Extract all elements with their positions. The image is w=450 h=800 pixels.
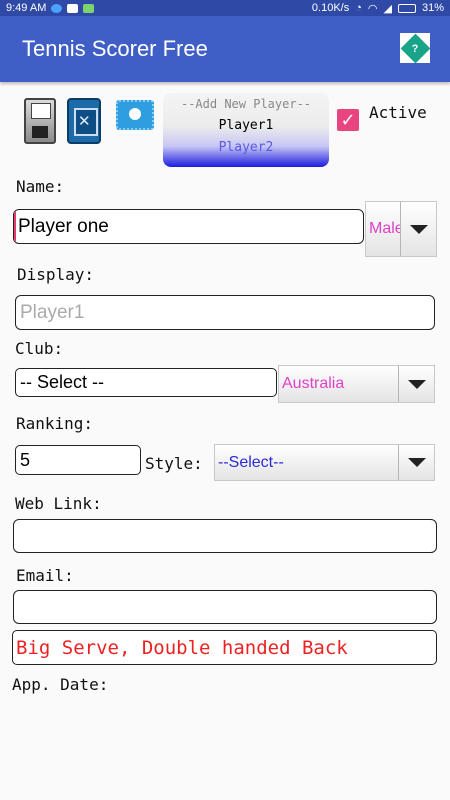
ranking-value: 5 [20, 449, 31, 470]
notes-input[interactable]: Big Serve, Double handed Back [12, 630, 437, 665]
help-label: ? [411, 41, 419, 54]
chevron-down-icon [400, 202, 436, 256]
club-value: -- Select -- [20, 372, 105, 392]
battery-icon [397, 3, 416, 13]
signal-icon: ◢ [383, 2, 392, 15]
style-label: Style: [145, 454, 203, 473]
clear-icon[interactable] [67, 98, 101, 144]
picker-item-add-new[interactable]: --Add New Player-- [163, 93, 329, 115]
display-input[interactable]: Player1 [15, 295, 435, 330]
ranking-input[interactable]: 5 [15, 445, 141, 475]
email-input[interactable] [13, 590, 437, 624]
gmail-icon [67, 3, 79, 13]
name-label: Name: [16, 177, 65, 196]
club-input[interactable]: -- Select -- [15, 368, 277, 397]
store-icon [83, 3, 95, 13]
alarm-icon: ◔ [355, 2, 362, 14]
text-cursor [14, 212, 16, 241]
club-label: Club: [15, 339, 64, 358]
chevron-down-icon [398, 445, 434, 480]
status-time: 9:49 AM [6, 2, 47, 14]
player-picker[interactable]: --Add New Player-- Player1 Player2 [163, 93, 329, 167]
chevron-down-icon [398, 366, 434, 402]
notes-value: Big Serve, Double handed Back [16, 636, 348, 659]
battery-percent: 31% [421, 2, 444, 14]
gender-value: Male [369, 220, 400, 237]
save-icon[interactable] [24, 98, 56, 144]
active-checkbox[interactable]: ✓ [337, 109, 359, 131]
style-spinner[interactable]: --Select-- [214, 444, 435, 481]
style-value: --Select-- [218, 453, 284, 471]
name-input[interactable]: Player one [13, 209, 364, 244]
gender-spinner[interactable]: Male [365, 201, 437, 257]
status-bar: 9:49 AM 0.10K/s ◔ ◠ ◢ 31% [0, 0, 450, 16]
app-date-label: App. Date: [12, 675, 109, 694]
name-value: Player one [18, 215, 109, 237]
weblink-input[interactable] [13, 519, 437, 553]
help-icon[interactable]: ? [400, 33, 430, 63]
ranking-label: Ranking: [16, 414, 94, 433]
weblink-label: Web Link: [15, 494, 102, 513]
country-value: Australia [282, 375, 345, 392]
display-label: Display: [17, 265, 95, 284]
country-spinner[interactable]: Australia [278, 365, 435, 403]
network-speed: 0.10K/s [311, 2, 350, 14]
email-label: Email: [16, 566, 74, 585]
picker-item-player1[interactable]: Player1 [163, 115, 329, 137]
display-placeholder: Player1 [20, 301, 85, 323]
active-label: Active [369, 103, 427, 122]
app-bar: Tennis Scorer Free ? [0, 16, 450, 82]
add-photo-icon[interactable] [116, 100, 154, 130]
app-title: Tennis Scorer Free [22, 36, 208, 61]
picker-item-player2[interactable]: Player2 [163, 137, 329, 159]
messenger-icon [51, 3, 63, 13]
wifi-icon: ◠ [367, 2, 378, 15]
